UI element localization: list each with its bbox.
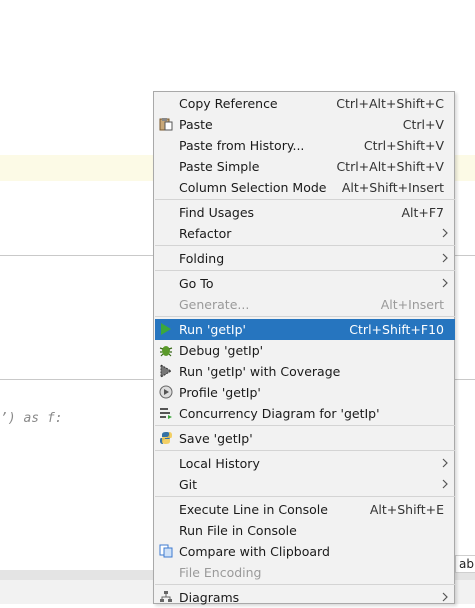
menu-item-shortcut: Alt+Insert	[380, 297, 444, 312]
menu-item-diagrams[interactable]: Diagrams	[155, 587, 455, 608]
menu-item-label: Run File in Console	[179, 523, 297, 538]
right-text-fragment: abl	[455, 555, 475, 573]
editor-context-menu: Copy Reference Ctrl+Alt+Shift+C Paste Ct…	[153, 91, 455, 605]
menu-item-label: Save 'getIp'	[179, 431, 253, 446]
menu-item-refactor[interactable]: Refactor	[155, 223, 455, 244]
compare-clipboard-icon	[159, 544, 173, 558]
menu-item-label: Paste from History...	[179, 138, 305, 153]
menu-item-label: Run 'getIp' with Coverage	[179, 364, 341, 379]
menu-item-copy-reference[interactable]: Copy Reference Ctrl+Alt+Shift+C	[155, 93, 455, 114]
menu-item-label: Execute Line in Console	[179, 502, 328, 517]
menu-item-label: Compare with Clipboard	[179, 544, 330, 559]
menu-item-save[interactable]: Save 'getIp'	[155, 428, 455, 449]
code-fragment: ’) as f:	[0, 411, 63, 426]
menu-item-paste-from-history[interactable]: Paste from History... Ctrl+Shift+V	[155, 135, 455, 156]
menu-item-label: Diagrams	[179, 590, 240, 605]
submenu-arrow-icon	[442, 278, 448, 288]
menu-item-label: Paste	[179, 117, 213, 132]
menu-item-label: Go To	[179, 276, 214, 291]
menu-item-label: Git	[179, 477, 198, 492]
debug-bug-icon	[159, 343, 173, 357]
menu-item-label: Local History	[179, 456, 260, 471]
menu-item-label: Run 'getIp'	[179, 322, 246, 337]
menu-item-label: Column Selection Mode	[179, 180, 327, 195]
menu-item-paste[interactable]: Paste Ctrl+V	[155, 114, 455, 135]
menu-item-label: Paste Simple	[179, 159, 260, 174]
menu-item-debug[interactable]: Debug 'getIp'	[155, 340, 455, 361]
menu-item-label: Copy Reference	[179, 96, 278, 111]
menu-item-run-file-in-console[interactable]: Run File in Console	[155, 520, 455, 541]
menu-item-label: Concurrency Diagram for 'getIp'	[179, 406, 380, 421]
menu-item-label: Folding	[179, 251, 225, 266]
submenu-arrow-icon	[442, 228, 448, 238]
menu-item-compare-with-clipboard[interactable]: Compare with Clipboard	[155, 541, 455, 562]
menu-item-shortcut: Ctrl+V	[402, 117, 444, 132]
menu-item-label: Debug 'getIp'	[179, 343, 264, 358]
menu-item-generate[interactable]: Generate... Alt+Insert	[155, 294, 455, 315]
submenu-arrow-icon	[442, 253, 448, 263]
menu-item-label: File Encoding	[179, 565, 262, 580]
menu-separator	[155, 425, 455, 426]
submenu-arrow-icon	[442, 479, 448, 489]
menu-separator	[155, 584, 455, 585]
menu-separator	[155, 450, 455, 451]
menu-item-git[interactable]: Git	[155, 474, 455, 495]
submenu-arrow-icon	[442, 458, 448, 468]
menu-item-shortcut: Alt+Shift+Insert	[341, 180, 444, 195]
menu-item-execute-line-in-console[interactable]: Execute Line in Console Alt+Shift+E	[155, 499, 455, 520]
menu-item-go-to[interactable]: Go To	[155, 273, 455, 294]
menu-item-local-history[interactable]: Local History	[155, 453, 455, 474]
menu-separator	[155, 199, 455, 200]
menu-item-concurrency-diagram[interactable]: Concurrency Diagram for 'getIp'	[155, 403, 455, 424]
menu-item-shortcut: Ctrl+Shift+F10	[349, 322, 444, 337]
submenu-arrow-icon	[442, 592, 448, 602]
menu-item-label: Refactor	[179, 226, 232, 241]
menu-item-shortcut: Ctrl+Alt+Shift+V	[336, 159, 444, 174]
concurrency-icon	[159, 406, 173, 420]
clipboard-icon	[159, 117, 173, 131]
menu-item-run-with-coverage[interactable]: Run 'getIp' with Coverage	[155, 361, 455, 382]
run-icon	[159, 322, 173, 336]
python-icon	[159, 431, 173, 445]
diagram-icon	[159, 590, 173, 604]
menu-item-shortcut: Ctrl+Shift+V	[363, 138, 444, 153]
menu-item-profile[interactable]: Profile 'getIp'	[155, 382, 455, 403]
menu-separator	[155, 270, 455, 271]
menu-separator	[155, 245, 455, 246]
profile-icon	[159, 385, 173, 399]
menu-item-paste-simple[interactable]: Paste Simple Ctrl+Alt+Shift+V	[155, 156, 455, 177]
menu-item-file-encoding[interactable]: File Encoding	[155, 562, 455, 583]
menu-item-label: Profile 'getIp'	[179, 385, 261, 400]
menu-separator	[155, 496, 455, 497]
menu-item-run[interactable]: Run 'getIp' Ctrl+Shift+F10	[155, 319, 455, 340]
menu-item-column-selection-mode[interactable]: Column Selection Mode Alt+Shift+Insert	[155, 177, 455, 198]
menu-item-find-usages[interactable]: Find Usages Alt+F7	[155, 202, 455, 223]
menu-separator	[155, 316, 455, 317]
menu-item-shortcut: Alt+Shift+E	[369, 502, 444, 517]
menu-item-label: Find Usages	[179, 205, 255, 220]
menu-item-folding[interactable]: Folding	[155, 248, 455, 269]
menu-item-shortcut: Alt+F7	[401, 205, 444, 220]
menu-item-label: Generate...	[179, 297, 250, 312]
coverage-icon	[159, 364, 173, 378]
menu-item-shortcut: Ctrl+Alt+Shift+C	[336, 96, 444, 111]
